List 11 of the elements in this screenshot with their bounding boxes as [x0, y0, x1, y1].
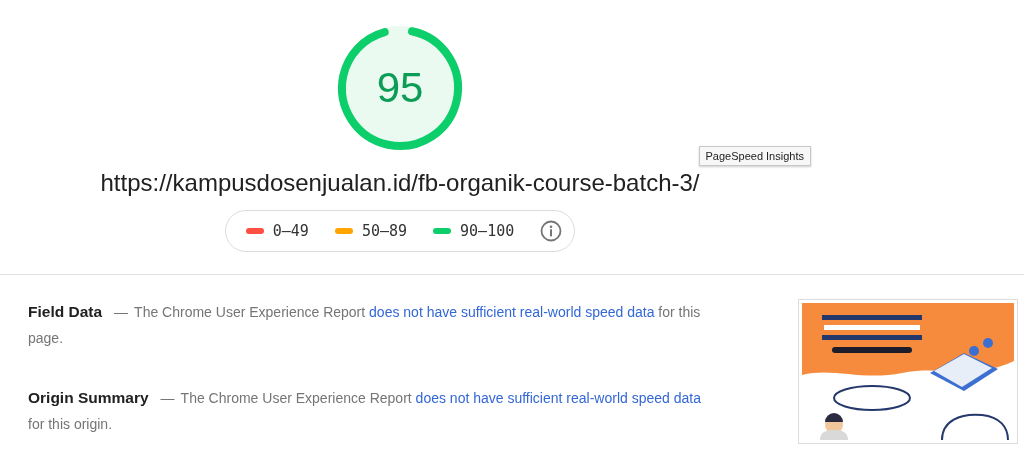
- legend-label: 90–100: [460, 222, 515, 240]
- tooltip: PageSpeed Insights: [698, 146, 811, 166]
- score-value: 95: [375, 67, 425, 109]
- page-url: https://kampusdosenjualan.id/fb-organik-course-batch-3/: [100, 168, 700, 198]
- link[interactable]: does not have sufficient real-world speed data: [369, 304, 655, 320]
- section-description: Origin Summary — The Chrome User Experience Report does not have sufficient real-world speed data for this origin.: [28, 388, 702, 434]
- legend-label: 0–49: [272, 222, 309, 240]
- section-description: Field Data — The Chrome User Experience Report does not have sufficient real-world speed data for this page.: [28, 302, 702, 348]
- link[interactable]: does not have sufficient real-world speed data: [415, 390, 701, 406]
- legend-label: 50–89: [361, 222, 408, 240]
- info-icon[interactable]: [540, 220, 563, 242]
